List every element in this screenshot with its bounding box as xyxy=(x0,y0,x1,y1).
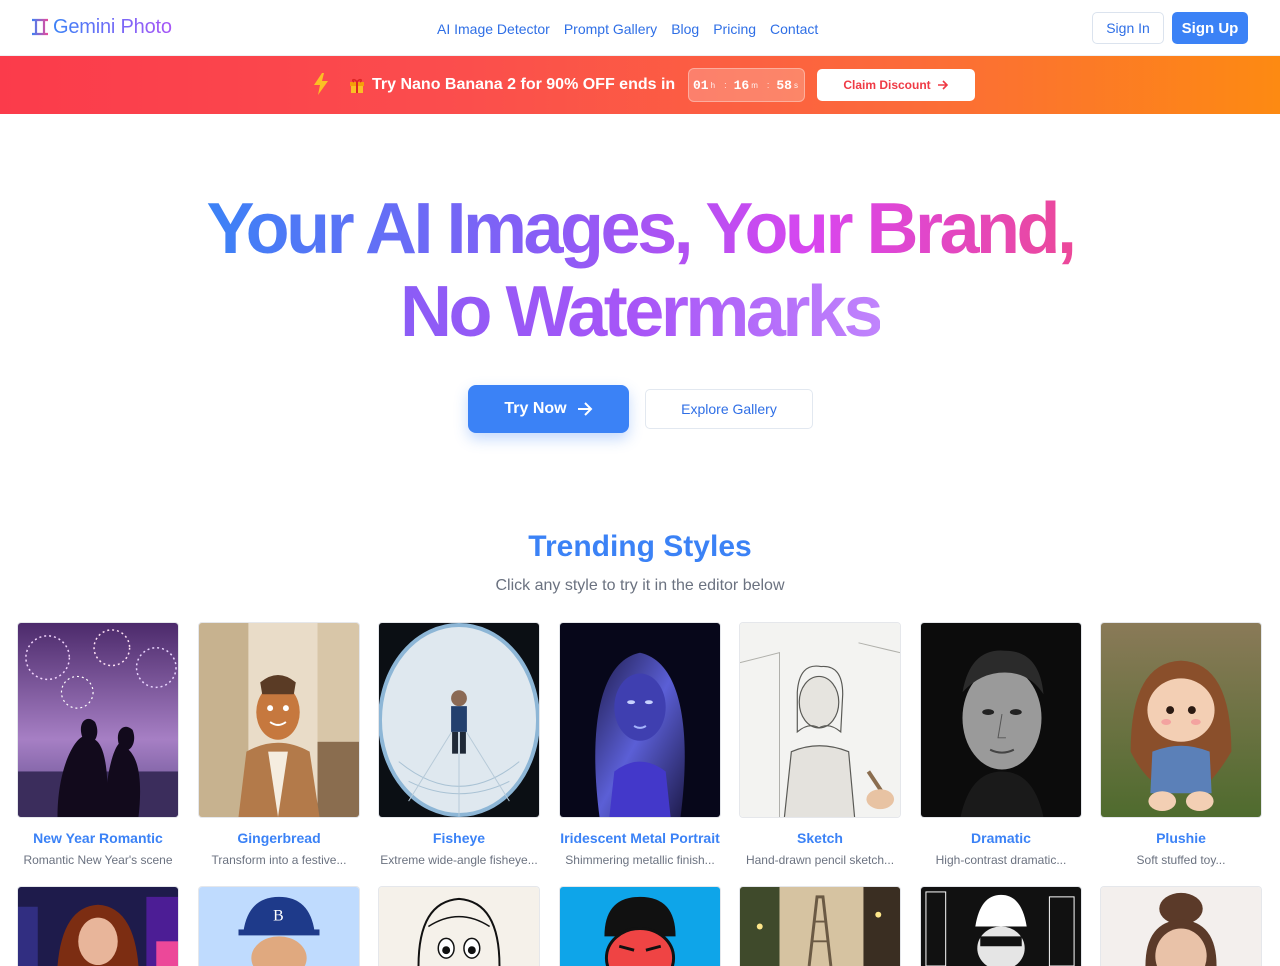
style-image-new-year-romantic[interactable] xyxy=(17,622,179,818)
style-image-dramatic[interactable] xyxy=(920,622,1082,818)
gift-icon xyxy=(349,77,365,93)
hero-headline-line1: Your AI Images, Your Brand, xyxy=(0,189,1280,269)
lightning-bolt-icon xyxy=(313,73,329,95)
try-now-label: Try Now xyxy=(504,400,566,418)
countdown-separator: : xyxy=(767,80,770,90)
trending-styles-subtitle: Click any style to try it in the editor … xyxy=(0,575,1280,597)
nav-link-ai-image-detector[interactable]: AI Image Detector xyxy=(437,19,550,39)
arrow-right-icon xyxy=(937,79,949,91)
arrow-right-icon xyxy=(577,402,593,416)
countdown-separator: : xyxy=(724,80,727,90)
sign-in-button[interactable]: Sign In xyxy=(1092,12,1164,44)
countdown-hours-unit: h xyxy=(711,81,715,90)
style-image-plushie[interactable] xyxy=(1100,622,1262,818)
explore-gallery-button[interactable]: Explore Gallery xyxy=(645,389,813,429)
promo-text: Try Nano Banana 2 for 90% OFF ends in xyxy=(372,75,675,95)
style-image-row2-7[interactable] xyxy=(1100,886,1262,966)
countdown-seconds: 58 xyxy=(776,78,792,93)
countdown-minutes: 16 xyxy=(734,78,750,93)
style-title: New Year Romantic xyxy=(7,829,189,847)
countdown-minutes-unit: m xyxy=(751,81,758,90)
nav-link-prompt-gallery[interactable]: Prompt Gallery xyxy=(564,19,657,39)
claim-discount-label: Claim Discount xyxy=(843,78,930,92)
gemini-logo-icon xyxy=(31,17,49,37)
style-title: Fisheye xyxy=(368,829,550,847)
countdown-seconds-unit: s xyxy=(794,81,798,90)
hero-headline-line2: No Watermarks xyxy=(0,272,1280,352)
trending-styles-title: Trending Styles xyxy=(0,528,1280,566)
nav-link-blog[interactable]: Blog xyxy=(671,19,699,39)
top-nav: Gemini Photo AI Image Detector Prompt Ga… xyxy=(0,0,1280,56)
svg-text:B: B xyxy=(273,908,284,925)
style-title: Gingerbread xyxy=(188,829,370,847)
nav-link-contact[interactable]: Contact xyxy=(770,19,818,39)
try-now-button[interactable]: Try Now xyxy=(468,385,629,433)
style-title: Plushie xyxy=(1090,829,1272,847)
style-description: Hand-drawn pencil sketch... xyxy=(729,852,911,868)
style-description: Romantic New Year's scene xyxy=(7,852,189,868)
style-description: High-contrast dramatic... xyxy=(910,852,1092,868)
nav-links: AI Image Detector Prompt Gallery Blog Pr… xyxy=(437,19,818,39)
style-image-gingerbread[interactable] xyxy=(198,622,360,818)
style-image-row2-3[interactable] xyxy=(378,886,540,966)
hero-headline-text-2: No Watermarks xyxy=(400,272,880,352)
countdown-hours: 01 xyxy=(693,78,709,93)
style-image-row2-6[interactable] xyxy=(920,886,1082,966)
style-image-sketch[interactable] xyxy=(739,622,901,818)
hero-headline-text-1: Your AI Images, Your Brand, xyxy=(206,189,1073,269)
style-image-iridescent-metal-portrait[interactable] xyxy=(559,622,721,818)
style-description: Shimmering metallic finish... xyxy=(549,852,731,868)
countdown-timer: 01h : 16m : 58s xyxy=(688,68,805,102)
style-image-row2-1[interactable] xyxy=(17,886,179,966)
claim-discount-button[interactable]: Claim Discount xyxy=(817,69,975,101)
style-title: Sketch xyxy=(729,829,911,847)
style-title: Dramatic xyxy=(910,829,1092,847)
style-image-fisheye[interactable] xyxy=(378,622,540,818)
style-image-row2-4[interactable] xyxy=(559,886,721,966)
nav-link-pricing[interactable]: Pricing xyxy=(713,19,756,39)
style-description: Extreme wide-angle fisheye... xyxy=(368,852,550,868)
style-description: Soft stuffed toy... xyxy=(1090,852,1272,868)
style-description: Transform into a festive... xyxy=(188,852,370,868)
style-image-row2-2[interactable]: B xyxy=(198,886,360,966)
style-title: Iridescent Metal Portrait xyxy=(549,829,731,847)
brand-name: Gemini Photo xyxy=(53,14,172,40)
sign-up-button[interactable]: Sign Up xyxy=(1172,12,1248,44)
brand-logo[interactable]: Gemini Photo xyxy=(31,14,172,40)
style-image-row2-5[interactable] xyxy=(739,886,901,966)
